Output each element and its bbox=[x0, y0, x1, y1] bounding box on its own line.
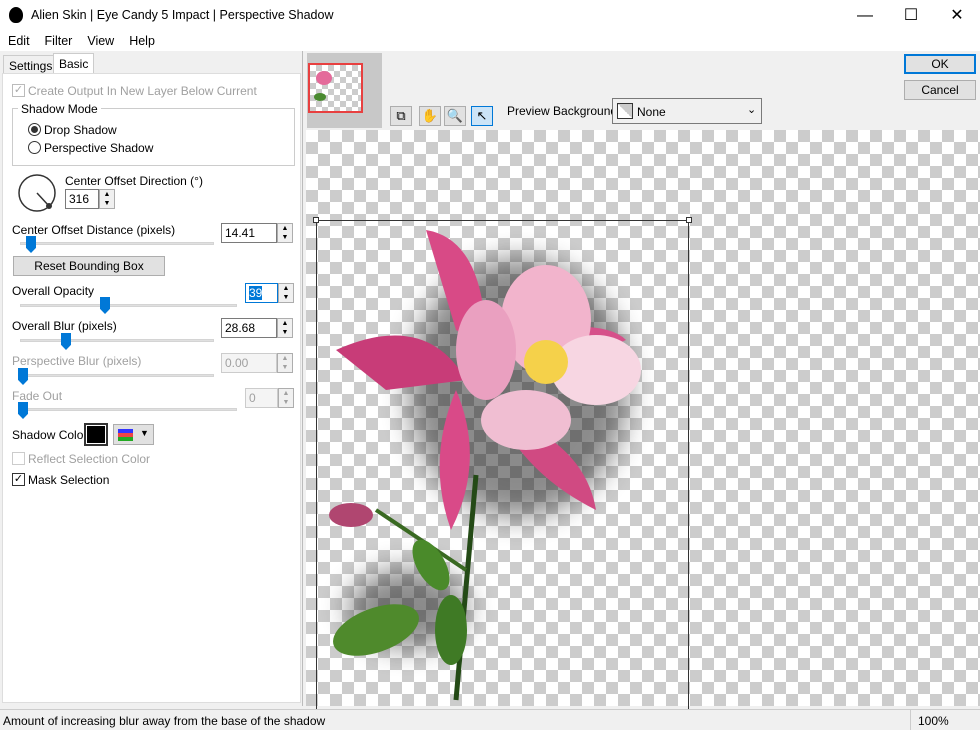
reset-bounding-box-button[interactable]: Reset Bounding Box bbox=[13, 256, 165, 276]
opacity-value: 39 bbox=[249, 286, 263, 300]
drop-shadow-label: Drop Shadow bbox=[44, 123, 117, 137]
thumbnail-leaf bbox=[314, 93, 326, 101]
mask-selection-label: Mask Selection bbox=[28, 473, 110, 487]
chevron-down-icon: ⌄ bbox=[747, 104, 757, 116]
perspective-shadow-radio[interactable] bbox=[28, 141, 41, 154]
shadow-color-label: Shadow Color bbox=[12, 428, 88, 442]
preview-canvas[interactable] bbox=[306, 130, 980, 710]
menu-bar: Edit Filter View Help bbox=[0, 31, 980, 51]
window-title: Alien Skin | Eye Candy 5 Impact | Perspe… bbox=[31, 8, 334, 22]
preview-toggle-icon[interactable]: ⧉ bbox=[390, 106, 412, 126]
perspective-blur-input[interactable]: 0.00 bbox=[221, 353, 277, 373]
preview-background-select[interactable]: None ⌄ bbox=[612, 98, 762, 124]
menu-edit[interactable]: Edit bbox=[0, 31, 37, 48]
opacity-spinner[interactable]: ▲ ▼ bbox=[278, 283, 294, 303]
fade-out-input[interactable]: 0 bbox=[245, 388, 278, 408]
blur-slider[interactable] bbox=[20, 339, 214, 342]
distance-spinner[interactable]: ▲ ▼ bbox=[277, 223, 293, 243]
checker-swatch-icon bbox=[617, 103, 633, 119]
shadow-color-swatch[interactable] bbox=[84, 423, 108, 446]
preview-background-value: None bbox=[637, 105, 666, 119]
navigator-thumbnail[interactable] bbox=[307, 53, 382, 128]
chevron-down-icon: ▼ bbox=[140, 428, 149, 438]
opacity-input[interactable]: 39 bbox=[245, 283, 278, 303]
close-button[interactable]: ✕ bbox=[934, 0, 980, 31]
tab-basic[interactable]: Basic bbox=[53, 53, 95, 75]
reflect-selection-checkbox[interactable] bbox=[12, 452, 25, 465]
distance-label: Center Offset Distance (pixels) bbox=[12, 223, 176, 237]
zoom-level: 100% bbox=[918, 714, 949, 728]
blur-label: Overall Blur (pixels) bbox=[12, 319, 117, 333]
status-text: Amount of increasing blur away from the … bbox=[3, 714, 326, 728]
status-bar: Amount of increasing blur away from the … bbox=[0, 709, 980, 730]
menu-help[interactable]: Help bbox=[121, 31, 162, 48]
app-logo-icon bbox=[9, 7, 23, 23]
flower-image bbox=[329, 230, 641, 701]
create-output-checkbox[interactable]: ✓ bbox=[12, 84, 25, 97]
shadow-mode-label: Shadow Mode bbox=[18, 102, 101, 116]
blur-input[interactable]: 28.68 bbox=[221, 318, 277, 338]
color-picker-dropdown[interactable]: ▼ bbox=[113, 424, 154, 445]
minimize-button[interactable]: — bbox=[842, 0, 888, 31]
direction-label: Center Offset Direction (°) bbox=[65, 174, 203, 188]
opacity-slider[interactable] bbox=[20, 304, 237, 307]
ok-button[interactable]: OK bbox=[904, 54, 976, 74]
menu-view[interactable]: View bbox=[79, 31, 121, 48]
blur-spinner[interactable]: ▲ ▼ bbox=[277, 318, 293, 338]
perspective-blur-slider[interactable] bbox=[20, 374, 214, 377]
maximize-button[interactable]: ☐ bbox=[888, 0, 934, 31]
thumbnail-flower bbox=[316, 71, 332, 85]
shadow-mode-group bbox=[12, 108, 295, 166]
status-divider bbox=[910, 710, 911, 730]
direction-spinner[interactable]: ▲ ▼ bbox=[99, 189, 115, 209]
perspective-blur-label: Perspective Blur (pixels) bbox=[12, 354, 142, 368]
fade-out-label: Fade Out bbox=[12, 389, 63, 403]
distance-slider[interactable] bbox=[20, 242, 214, 245]
distance-input[interactable]: 14.41 bbox=[221, 223, 277, 243]
drop-shadow-radio[interactable] bbox=[28, 123, 41, 136]
fade-out-slider[interactable] bbox=[20, 408, 237, 411]
hand-icon[interactable]: ✋ bbox=[419, 106, 441, 126]
create-output-label: Create Output In New Layer Below Current bbox=[28, 84, 257, 98]
direction-input[interactable]: 316 bbox=[65, 189, 99, 209]
pointer-icon[interactable]: ↖ bbox=[471, 106, 493, 126]
preview-background-label: Preview Background: bbox=[507, 104, 621, 118]
tab-settings[interactable]: Settings bbox=[3, 55, 59, 74]
perspective-shadow-label: Perspective Shadow bbox=[44, 141, 154, 155]
perspective-blur-spinner[interactable]: ▲ ▼ bbox=[277, 353, 293, 373]
cancel-button[interactable]: Cancel bbox=[904, 80, 976, 100]
reflect-selection-label: Reflect Selection Color bbox=[28, 452, 151, 466]
direction-dial[interactable] bbox=[17, 172, 59, 214]
zoom-icon[interactable]: 🔍 bbox=[444, 106, 466, 126]
opacity-label: Overall Opacity bbox=[12, 284, 95, 298]
mask-selection-checkbox[interactable]: ✓ bbox=[12, 473, 25, 486]
navigator-viewport[interactable] bbox=[308, 63, 363, 113]
menu-filter[interactable]: Filter bbox=[37, 31, 80, 48]
fade-out-spinner[interactable]: ▲ ▼ bbox=[278, 388, 294, 408]
palette-icon bbox=[118, 429, 133, 441]
title-bar: Alien Skin | Eye Candy 5 Impact | Perspe… bbox=[0, 0, 980, 31]
